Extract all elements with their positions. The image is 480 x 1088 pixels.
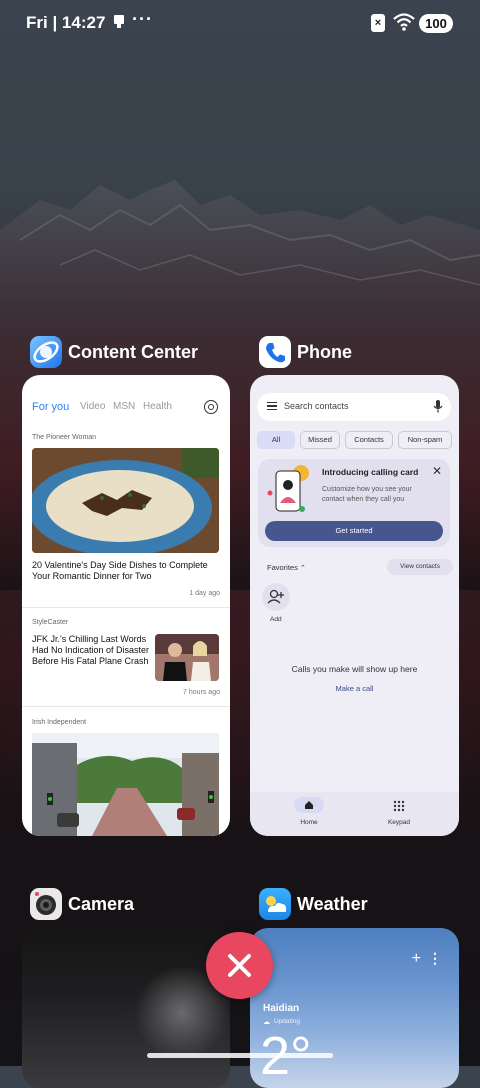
add-icon[interactable]: +	[412, 950, 421, 968]
article-time: 1 day ago	[189, 590, 220, 597]
add-favorite-button[interactable]	[262, 583, 290, 611]
cloud-sync-icon: ☁	[263, 1019, 270, 1026]
app-header-camera[interactable]: Camera	[30, 887, 134, 921]
no-sim-icon: ×	[371, 14, 385, 32]
tab-for-you[interactable]: For you	[32, 401, 69, 413]
settings-icon[interactable]	[204, 400, 218, 414]
city-name: Haidian	[263, 1003, 300, 1014]
camera-app-icon	[30, 888, 62, 920]
phone-preview[interactable]: Search contacts All Missed Contacts Non-…	[250, 375, 459, 836]
filter-chip-all[interactable]: All	[257, 431, 295, 449]
close-icon[interactable]: ✕	[432, 464, 442, 478]
app-header-content-center[interactable]: Content Center	[30, 335, 198, 369]
app-title: Content Center	[68, 341, 198, 362]
app-title: Camera	[68, 893, 135, 914]
article-image-food	[32, 448, 219, 553]
favorites-header[interactable]: Favorites ⌃	[267, 563, 306, 572]
article-headline[interactable]: JFK Jr.'s Chilling Last Words Had No Ind…	[32, 634, 150, 667]
app-title: Phone	[297, 341, 353, 362]
app-header-weather[interactable]: Weather	[259, 887, 368, 921]
weather-preview[interactable]: + ⋮ Haidian ☁ Updating 2°	[250, 928, 459, 1088]
bottom-nav: Home Keypad	[250, 792, 459, 836]
article-image-couple	[155, 634, 219, 681]
wifi-icon	[392, 12, 416, 37]
content-tabs: For you Video MSN Health	[32, 400, 220, 419]
status-bar: Fri | 14:27 ··· × 100	[0, 0, 480, 48]
view-contacts-button[interactable]: View contacts	[387, 559, 453, 575]
divider	[22, 607, 230, 608]
keypad-icon	[393, 799, 405, 817]
nav-keypad-label: Keypad	[387, 819, 411, 826]
article-headline[interactable]: 20 Valentine's Day Side Dishes to Comple…	[32, 560, 220, 582]
divider	[22, 706, 230, 707]
filter-chip-contacts[interactable]: Contacts	[345, 431, 393, 449]
tab-health[interactable]: Health	[143, 401, 172, 412]
filter-chip-non-spam[interactable]: Non-spam	[398, 431, 452, 449]
app-title: Weather	[297, 893, 368, 914]
more-options-icon[interactable]: ⋮	[428, 950, 442, 967]
favorites-label: Favorites	[267, 563, 298, 572]
home-icon	[294, 797, 324, 813]
more-notifications-icon: ···	[132, 9, 153, 29]
update-status: Updating	[274, 1018, 301, 1025]
battery-indicator: 100	[419, 14, 453, 33]
article-source: Irish Independent	[32, 719, 87, 726]
nav-home[interactable]: Home	[284, 795, 334, 833]
tab-video[interactable]: Video	[80, 401, 105, 412]
camera-preview[interactable]	[22, 928, 230, 1088]
search-placeholder: Search contacts	[284, 401, 349, 411]
status-time: Fri | 14:27	[26, 13, 106, 32]
app-header-phone[interactable]: Phone	[259, 335, 352, 369]
close-icon	[228, 954, 251, 977]
make-call-link[interactable]: Make a call	[250, 684, 459, 693]
empty-calls-text: Calls you make will show up here	[291, 664, 418, 674]
menu-icon[interactable]	[267, 402, 277, 410]
article-image-street	[32, 733, 219, 836]
gesture-navigation-bar[interactable]	[147, 1053, 333, 1058]
calling-card-promo: Introducing calling card ✕ Customize how…	[258, 459, 450, 547]
search-contacts-field[interactable]: Search contacts	[257, 393, 451, 421]
article-source: The Pioneer Woman	[32, 434, 97, 441]
article-time: 7 hours ago	[183, 689, 220, 696]
phone-app-icon	[259, 336, 291, 368]
nav-keypad[interactable]: Keypad	[374, 795, 424, 833]
weather-app-icon	[259, 888, 291, 920]
get-started-button[interactable]: Get started	[265, 521, 443, 541]
article-source: StyleCaster	[32, 619, 69, 626]
content-center-preview[interactable]: For you Video MSN Health The Pioneer Wom…	[22, 375, 230, 836]
add-person-icon	[267, 589, 284, 604]
calling-card-illustration	[266, 463, 312, 515]
clear-all-button[interactable]	[206, 932, 273, 999]
notification-icon	[112, 14, 126, 35]
promo-body: Customize how you see your contact when …	[322, 486, 412, 503]
chevron-up-icon: ⌃	[299, 565, 306, 572]
content-center-app-icon	[30, 336, 62, 368]
nav-home-label: Home	[300, 819, 318, 826]
filter-chip-missed[interactable]: Missed	[300, 431, 340, 449]
tab-msn[interactable]: MSN	[113, 401, 135, 412]
microphone-icon[interactable]	[433, 400, 443, 415]
add-label: Add	[270, 616, 282, 623]
promo-title: Introducing calling card	[322, 467, 419, 477]
